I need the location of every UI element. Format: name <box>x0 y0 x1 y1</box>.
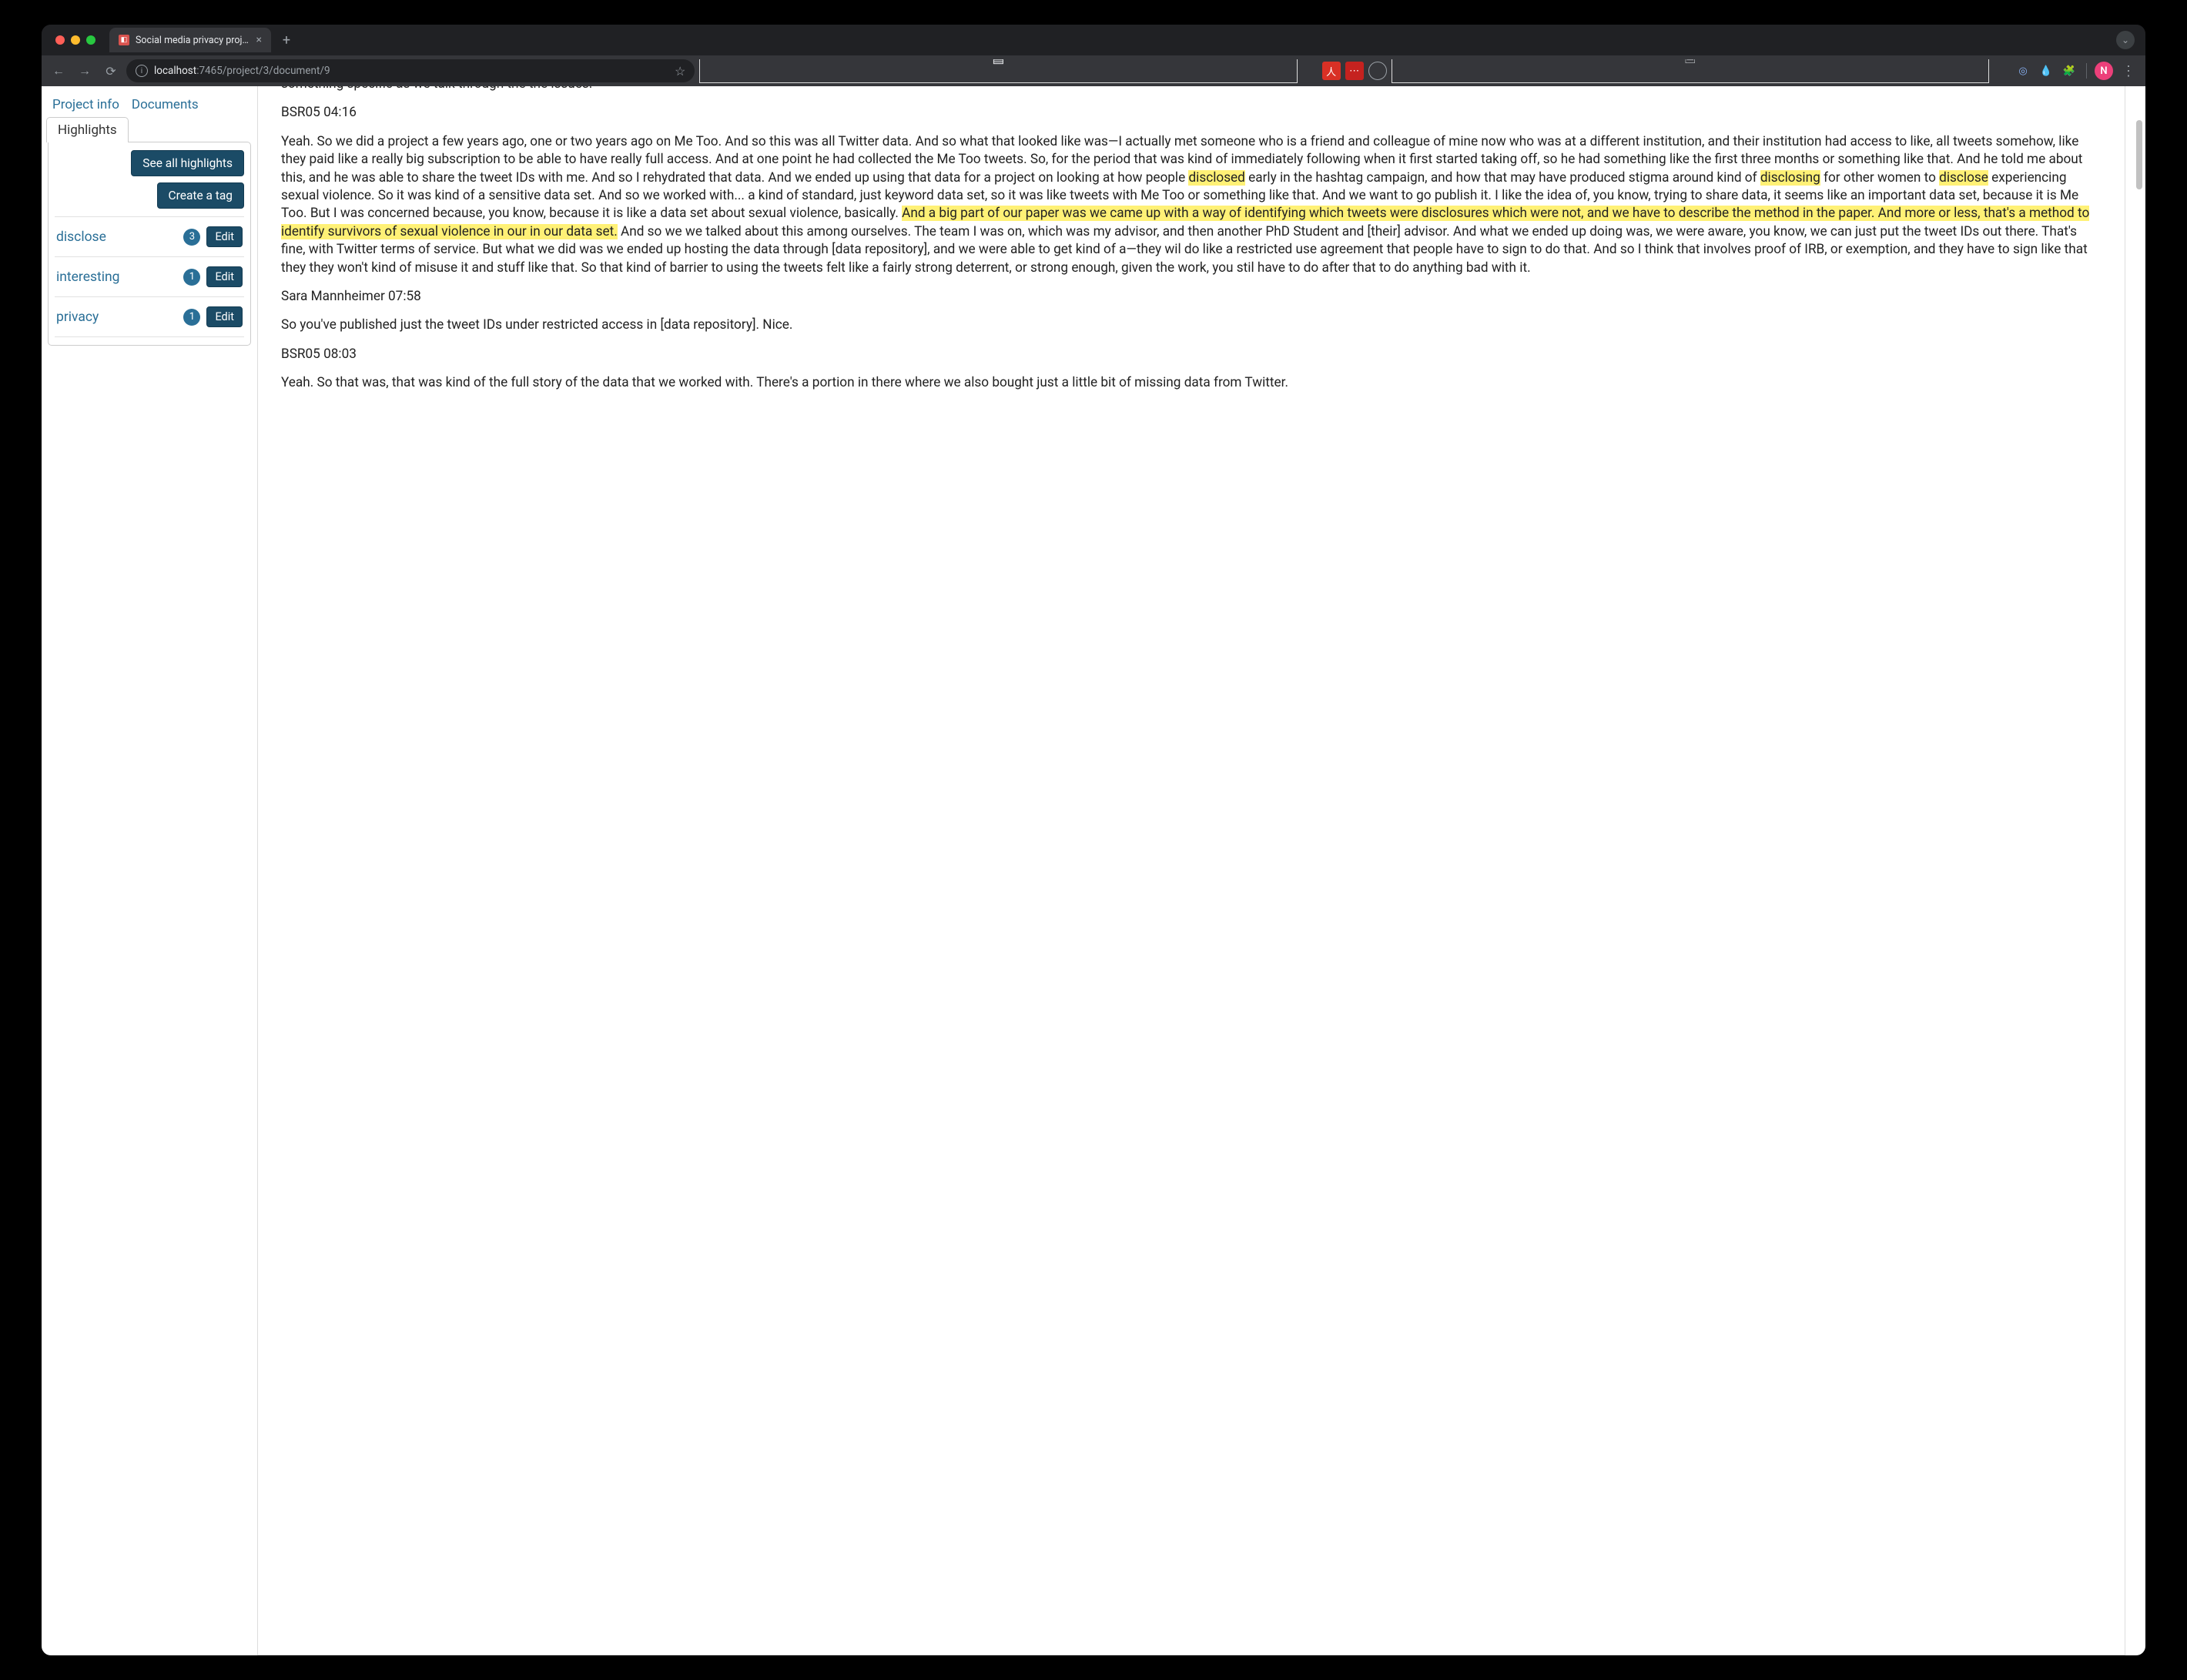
create-tag-button[interactable]: Create a tag <box>157 182 244 209</box>
nav-project-info[interactable]: Project info <box>52 97 119 112</box>
tag-row: privacy 1 Edit <box>55 296 244 337</box>
site-info-icon[interactable]: i <box>136 65 148 77</box>
browser-window: ◧ Social media privacy project p × + ⌄ ←… <box>42 25 2145 1655</box>
highlights-panel: See all highlights Create a tag disclose… <box>48 142 251 346</box>
paragraph: something specific as we talk through th… <box>281 86 2102 93</box>
tag-count: 1 <box>183 269 200 286</box>
extension-icon-circle[interactable] <box>1368 62 1387 80</box>
window-controls <box>48 35 103 45</box>
see-all-highlights-button[interactable]: See all highlights <box>131 150 244 176</box>
paragraph: Yeah. So we did a project a few years ag… <box>281 133 2102 277</box>
browser-toolbar: ← → ⟳ i localhost:7465/project/3/documen… <box>42 55 2145 86</box>
forward-button[interactable]: → <box>74 60 95 82</box>
tag-count: 3 <box>183 229 200 246</box>
address-bar[interactable]: i localhost:7465/project/3/document/9 ☆ <box>126 59 695 82</box>
back-button[interactable]: ← <box>48 60 69 82</box>
nav-documents[interactable]: Documents <box>132 97 199 112</box>
tag-edit-button[interactable]: Edit <box>206 306 243 327</box>
reload-button[interactable]: ⟳ <box>100 60 122 82</box>
toolbar-divider <box>2086 63 2087 79</box>
browser-tab[interactable]: ◧ Social media privacy project p × <box>109 28 271 52</box>
maximize-window-button[interactable] <box>86 35 95 45</box>
highlight-disclosing[interactable]: disclosing <box>1760 170 1820 186</box>
tab-overflow-button[interactable]: ⌄ <box>2116 31 2135 49</box>
tag-row: interesting 1 Edit <box>55 256 244 296</box>
profile-avatar[interactable]: N <box>2095 62 2113 80</box>
minimize-window-button[interactable] <box>71 35 80 45</box>
extensions-button[interactable]: 🧩 <box>2060 62 2078 80</box>
highlight-disclosed[interactable]: disclosed <box>1188 170 1244 186</box>
paragraph: Yeah. So that was, that was kind of the … <box>281 374 2102 392</box>
tab-highlights[interactable]: Highlights <box>46 117 129 142</box>
document-body: something specific as we talk through th… <box>257 86 2125 1655</box>
vertical-scrollbar[interactable] <box>2133 86 2144 1655</box>
browser-menu-button[interactable]: ⋮ <box>2118 60 2139 82</box>
speaker-timestamp: BSR05 04:16 <box>281 104 2102 122</box>
extension-icon-pdf[interactable]: 人 <box>1322 62 1341 80</box>
tag-edit-button[interactable]: Edit <box>206 266 243 287</box>
tag-link-disclose[interactable]: disclose <box>56 229 177 245</box>
url-text: localhost:7465/project/3/document/9 <box>154 65 330 77</box>
tab-close-icon[interactable]: × <box>256 34 262 46</box>
tab-title: Social media privacy project p <box>136 35 250 46</box>
close-window-button[interactable] <box>55 35 65 45</box>
extension-icon-doc[interactable]: 🗎 <box>1392 59 1989 83</box>
new-tab-button[interactable]: + <box>276 29 297 51</box>
scrollbar-thumb[interactable] <box>2136 120 2142 189</box>
sidebar-nav: Project info Documents <box>48 94 251 117</box>
bookmark-star-icon[interactable]: ☆ <box>675 64 685 79</box>
tag-row: disclose 3 Edit <box>55 216 244 256</box>
tag-edit-button[interactable]: Edit <box>206 226 243 247</box>
extension-icon-search[interactable]: ◎ <box>2014 62 2032 80</box>
paragraph: So you've published just the tweet IDs u… <box>281 316 2102 334</box>
highlight-disclose[interactable]: disclose <box>1939 170 1988 186</box>
extension-icon-mendeley[interactable]: ⋯ <box>1345 62 1364 80</box>
speaker-timestamp: Sara Mannheimer 07:58 <box>281 288 2102 306</box>
speaker-timestamp: BSR05 08:03 <box>281 346 2102 363</box>
tab-favicon: ◧ <box>119 35 129 45</box>
sidebar: Project info Documents Highlights See al… <box>42 86 257 1655</box>
extension-icon-drop[interactable]: 💧 <box>2037 62 2055 80</box>
extension-icon-1[interactable]: ▤ <box>699 59 1297 83</box>
tag-link-privacy[interactable]: privacy <box>56 310 177 325</box>
tab-strip: ◧ Social media privacy project p × + ⌄ <box>42 25 2145 55</box>
tag-count: 1 <box>183 309 200 326</box>
tag-link-interesting[interactable]: interesting <box>56 269 177 285</box>
page-viewport: Project info Documents Highlights See al… <box>42 86 2145 1655</box>
